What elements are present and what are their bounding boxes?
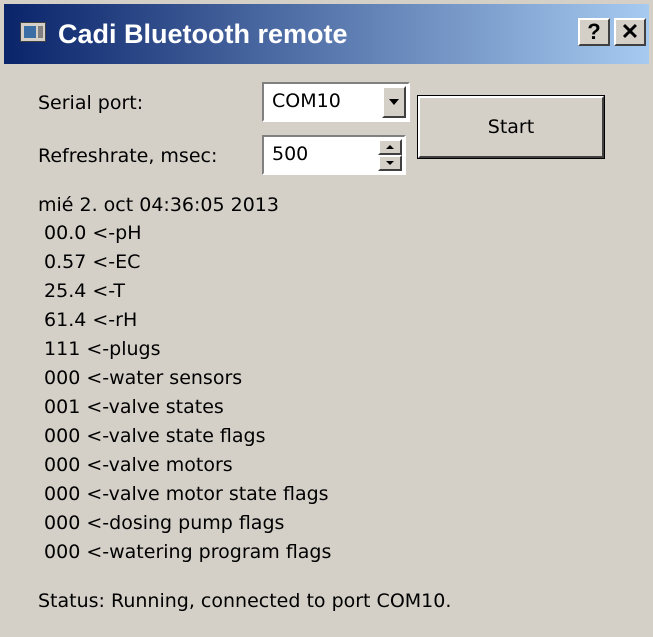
reading-valve-motor-state-flags: 000 <-valve motor state flags	[44, 483, 329, 505]
reading-valve-state-flags: 000 <-valve state flags	[44, 425, 266, 447]
reading-dosing-pump-flags: 000 <-dosing pump flags	[44, 512, 285, 534]
arrow-up-icon	[386, 145, 394, 149]
reading-valve-motors: 000 <-valve motors	[44, 454, 233, 476]
reading-plugs: 111 <-plugs	[44, 338, 161, 360]
timestamp: mié 2. oct 04:36:05 2013	[38, 194, 279, 216]
serial-port-select[interactable]: COM10	[262, 82, 410, 122]
reading-valve-states: 001 <-valve states	[44, 396, 224, 418]
arrow-down-icon	[386, 161, 394, 165]
app-icon	[20, 22, 46, 42]
chevron-down-icon	[389, 99, 399, 105]
spin-down-button[interactable]	[378, 155, 402, 171]
refreshrate-label: Refreshrate, msec:	[38, 145, 218, 167]
dropdown-button[interactable]	[382, 86, 406, 118]
reading-ph: 00.0 <-pH	[44, 222, 142, 244]
readings-list: 00.0 <-pH 0.57 <-EC 25.4 <-T 61.4 <-rH 1…	[38, 219, 331, 567]
start-button[interactable]: Start	[417, 95, 605, 159]
reading-water-sensors: 000 <-water sensors	[44, 367, 243, 389]
reading-watering-program-flags: 000 <-watering program flags	[44, 541, 332, 563]
reading-t: 25.4 <-T	[44, 280, 126, 302]
spin-up-button[interactable]	[378, 139, 402, 155]
refreshrate-spinbox[interactable]: 500	[262, 135, 406, 175]
help-button[interactable]: ?	[578, 18, 610, 46]
close-button[interactable]: ✕	[614, 18, 646, 46]
serial-port-value: COM10	[272, 90, 341, 112]
window-title: Cadi Bluetooth remote	[58, 19, 348, 49]
reading-rh: 61.4 <-rH	[44, 309, 138, 331]
title-bar[interactable]: Cadi Bluetooth remote ? ✕	[4, 4, 649, 64]
status-text: Status: Running, connected to port COM10…	[38, 590, 452, 612]
refreshrate-value: 500	[272, 143, 309, 165]
app-window: Cadi Bluetooth remote ? ✕ Serial port: C…	[0, 0, 653, 637]
reading-ec: 0.57 <-EC	[44, 251, 141, 273]
serial-port-label: Serial port:	[38, 92, 144, 114]
